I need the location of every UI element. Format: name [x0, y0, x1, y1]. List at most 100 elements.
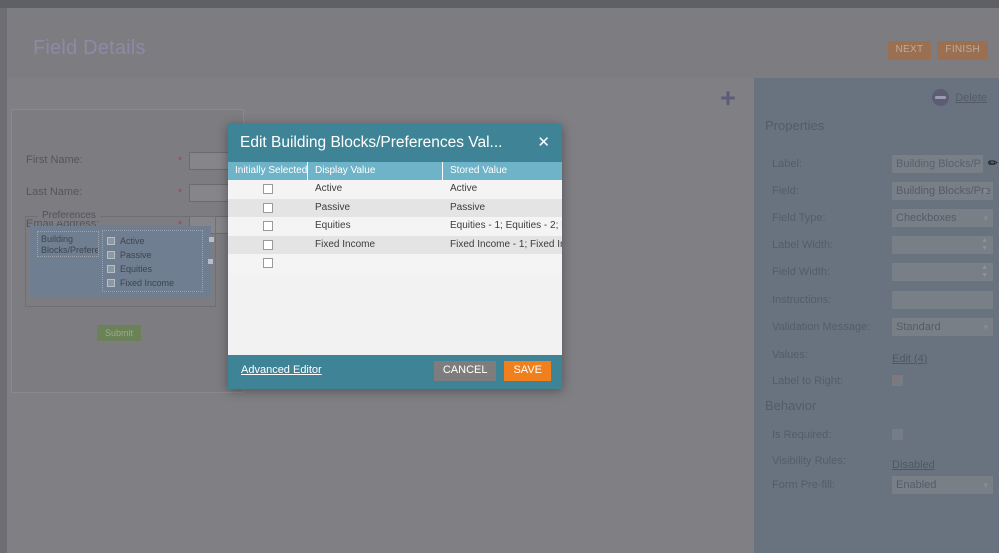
next-button[interactable]: NEXT — [887, 41, 932, 60]
last-name-required-marker: * — [178, 187, 183, 199]
modal-title-bar: Edit Building Blocks/Preferences Val... … — [228, 124, 562, 162]
row-checkbox[interactable] — [263, 221, 273, 232]
label-width-label: Label Width: — [772, 239, 834, 251]
table-row[interactable] — [228, 254, 562, 273]
row-display-value: Fixed Income — [315, 238, 376, 250]
instructions-label: Instructions: — [772, 294, 832, 306]
field-width-wrap: ▲ ▼ — [892, 263, 993, 281]
is-required-checkbox[interactable] — [892, 429, 903, 440]
save-button[interactable]: SAVE — [504, 361, 551, 381]
table-row[interactable]: Active Active — [228, 180, 562, 199]
checkbox-option-equities[interactable]: Equities — [107, 262, 202, 276]
field-type-select[interactable]: Checkboxes ▾ — [892, 209, 993, 227]
visibility-rules-label: Visibility Rules: — [772, 455, 846, 467]
table-row[interactable]: Equities Equities - 1; Equities - 2; E..… — [228, 217, 562, 236]
field-label: Field: — [772, 185, 799, 197]
is-required-wrap — [892, 426, 903, 440]
property-row-label-to-right: Label to Right: — [772, 371, 997, 392]
form-prefill-select[interactable]: Enabled ▾ — [892, 476, 993, 494]
cancel-button[interactable]: CANCEL — [433, 361, 497, 381]
preferences-fieldset: Preferences Building Blocks/Preferences … — [25, 210, 216, 307]
chevron-down-icon: ▾ — [983, 480, 988, 490]
edit-values-modal: Edit Building Blocks/Preferences Val... … — [228, 124, 562, 389]
add-field-icon[interactable]: + — [717, 85, 739, 112]
row-checkbox[interactable] — [263, 239, 273, 250]
table-empty-space — [228, 272, 562, 355]
row-display-value: Active — [315, 183, 343, 194]
chevron-down-icon: ▾ — [983, 186, 988, 196]
last-name-label: Last Name: — [26, 186, 83, 198]
values-table-body: Active Active Passive Passive Equities E… — [228, 180, 562, 355]
values-table-header: Initially Selected Display Value Stored … — [228, 162, 562, 180]
checkbox-label: Equities — [120, 264, 153, 274]
first-name-label: First Name: — [26, 154, 83, 166]
label-width-stepper[interactable]: ▲ ▼ — [892, 236, 993, 254]
column-header-stored-value: Stored Value — [450, 165, 508, 176]
label-input[interactable]: Building Blocks/P — [892, 155, 983, 173]
properties-panel: Delete Properties Label: Building Blocks… — [754, 78, 999, 553]
modal-title-text: Edit Building Blocks/Preferences Val... — [240, 134, 503, 151]
modal-footer-buttons: CANCEL SAVE — [433, 361, 551, 381]
field-select[interactable]: Building Blocks/Pre ▾ — [892, 182, 993, 200]
label-to-right-wrap — [892, 371, 903, 386]
instructions-input[interactable] — [892, 291, 993, 309]
field-select-wrap: Building Blocks/Pre ▾ — [892, 182, 993, 200]
table-row[interactable]: Fixed Income Fixed Income - 1; Fixed In.… — [228, 235, 562, 254]
delete-icon — [932, 89, 950, 106]
delete-field-button[interactable]: Delete — [932, 89, 987, 106]
label-field-control: Building Blocks/P ✏ — [892, 155, 998, 173]
field-select-value: Building Blocks/Pre — [896, 185, 991, 197]
values-edit-link[interactable]: Edit (4) — [892, 353, 927, 365]
table-row[interactable]: Passive Passive — [228, 198, 562, 217]
resize-handle-label[interactable] — [209, 237, 214, 242]
visibility-rules-wrap: Disabled — [892, 455, 935, 473]
label-width-wrap: ▲ ▼ — [892, 236, 993, 254]
window-left-edge — [0, 8, 7, 553]
property-row-label: Label: Building Blocks/P ✏ — [772, 155, 998, 175]
checkbox-label: Fixed Income — [120, 278, 175, 288]
property-row-field: Field: Building Blocks/Pre ▾ — [772, 182, 997, 202]
submit-button[interactable]: Submit — [97, 325, 141, 341]
row-stored-value: Equities - 1; Equities - 2; E... — [450, 220, 562, 231]
delete-label: Delete — [955, 91, 987, 104]
row-checkbox[interactable] — [263, 258, 273, 269]
form-row-last-name: Last Name: * — [22, 184, 285, 202]
field-width-stepper[interactable]: ▲ ▼ — [892, 263, 993, 281]
row-checkbox[interactable] — [263, 184, 273, 195]
stepper-arrows-icon: ▲ ▼ — [981, 264, 988, 279]
properties-section-heading: Properties — [765, 118, 825, 133]
property-row-field-type: Field Type: Checkboxes ▾ — [772, 209, 997, 229]
close-icon[interactable]: ✕ — [537, 124, 550, 162]
property-row-instructions: Instructions: — [772, 291, 997, 311]
row-display-value: Passive — [315, 201, 351, 213]
pencil-icon[interactable]: ✏ — [988, 156, 998, 170]
stepper-arrows-icon: ▲ ▼ — [981, 237, 988, 252]
validation-message-label: Validation Message: — [772, 321, 871, 333]
property-row-is-required: Is Required: — [772, 426, 997, 446]
form-row-first-name: First Name: * — [22, 152, 285, 170]
row-checkbox-cell — [228, 202, 308, 213]
checkbox-icon — [107, 279, 115, 287]
checkbox-option-fixed-income[interactable]: Fixed Income — [107, 276, 202, 290]
page-title: Field Details — [33, 37, 146, 59]
app-root: Field Details NEXT FINISH + First Name: … — [0, 0, 999, 553]
advanced-editor-link[interactable]: Advanced Editor — [241, 364, 322, 376]
label-to-right-checkbox[interactable] — [892, 371, 903, 386]
values-link-wrap: Edit (4) — [892, 349, 927, 367]
checkbox-option-active[interactable]: Active — [107, 234, 202, 248]
column-header-initially-selected: Initially Selected — [228, 162, 308, 180]
field-type-select-value: Checkboxes — [896, 212, 957, 224]
chevron-down-icon: ▾ — [983, 322, 988, 332]
finish-button[interactable]: FINISH — [937, 41, 988, 60]
checkbox-option-passive[interactable]: Passive — [107, 248, 202, 262]
validation-message-select[interactable]: Standard ▾ — [892, 318, 993, 336]
property-row-label-width: Label Width: ▲ ▼ — [772, 236, 997, 256]
selected-field-region[interactable]: Building Blocks/Preferences Active Passi… — [30, 226, 214, 298]
checkbox-label: Active — [120, 236, 145, 246]
values-label: Values: — [772, 349, 808, 361]
property-row-validation-message: Validation Message: Standard ▾ — [772, 318, 997, 338]
visibility-rules-link[interactable]: Disabled — [892, 459, 935, 471]
row-checkbox-cell — [228, 221, 308, 232]
resize-handle-region[interactable] — [208, 259, 213, 264]
row-checkbox[interactable] — [263, 202, 273, 213]
